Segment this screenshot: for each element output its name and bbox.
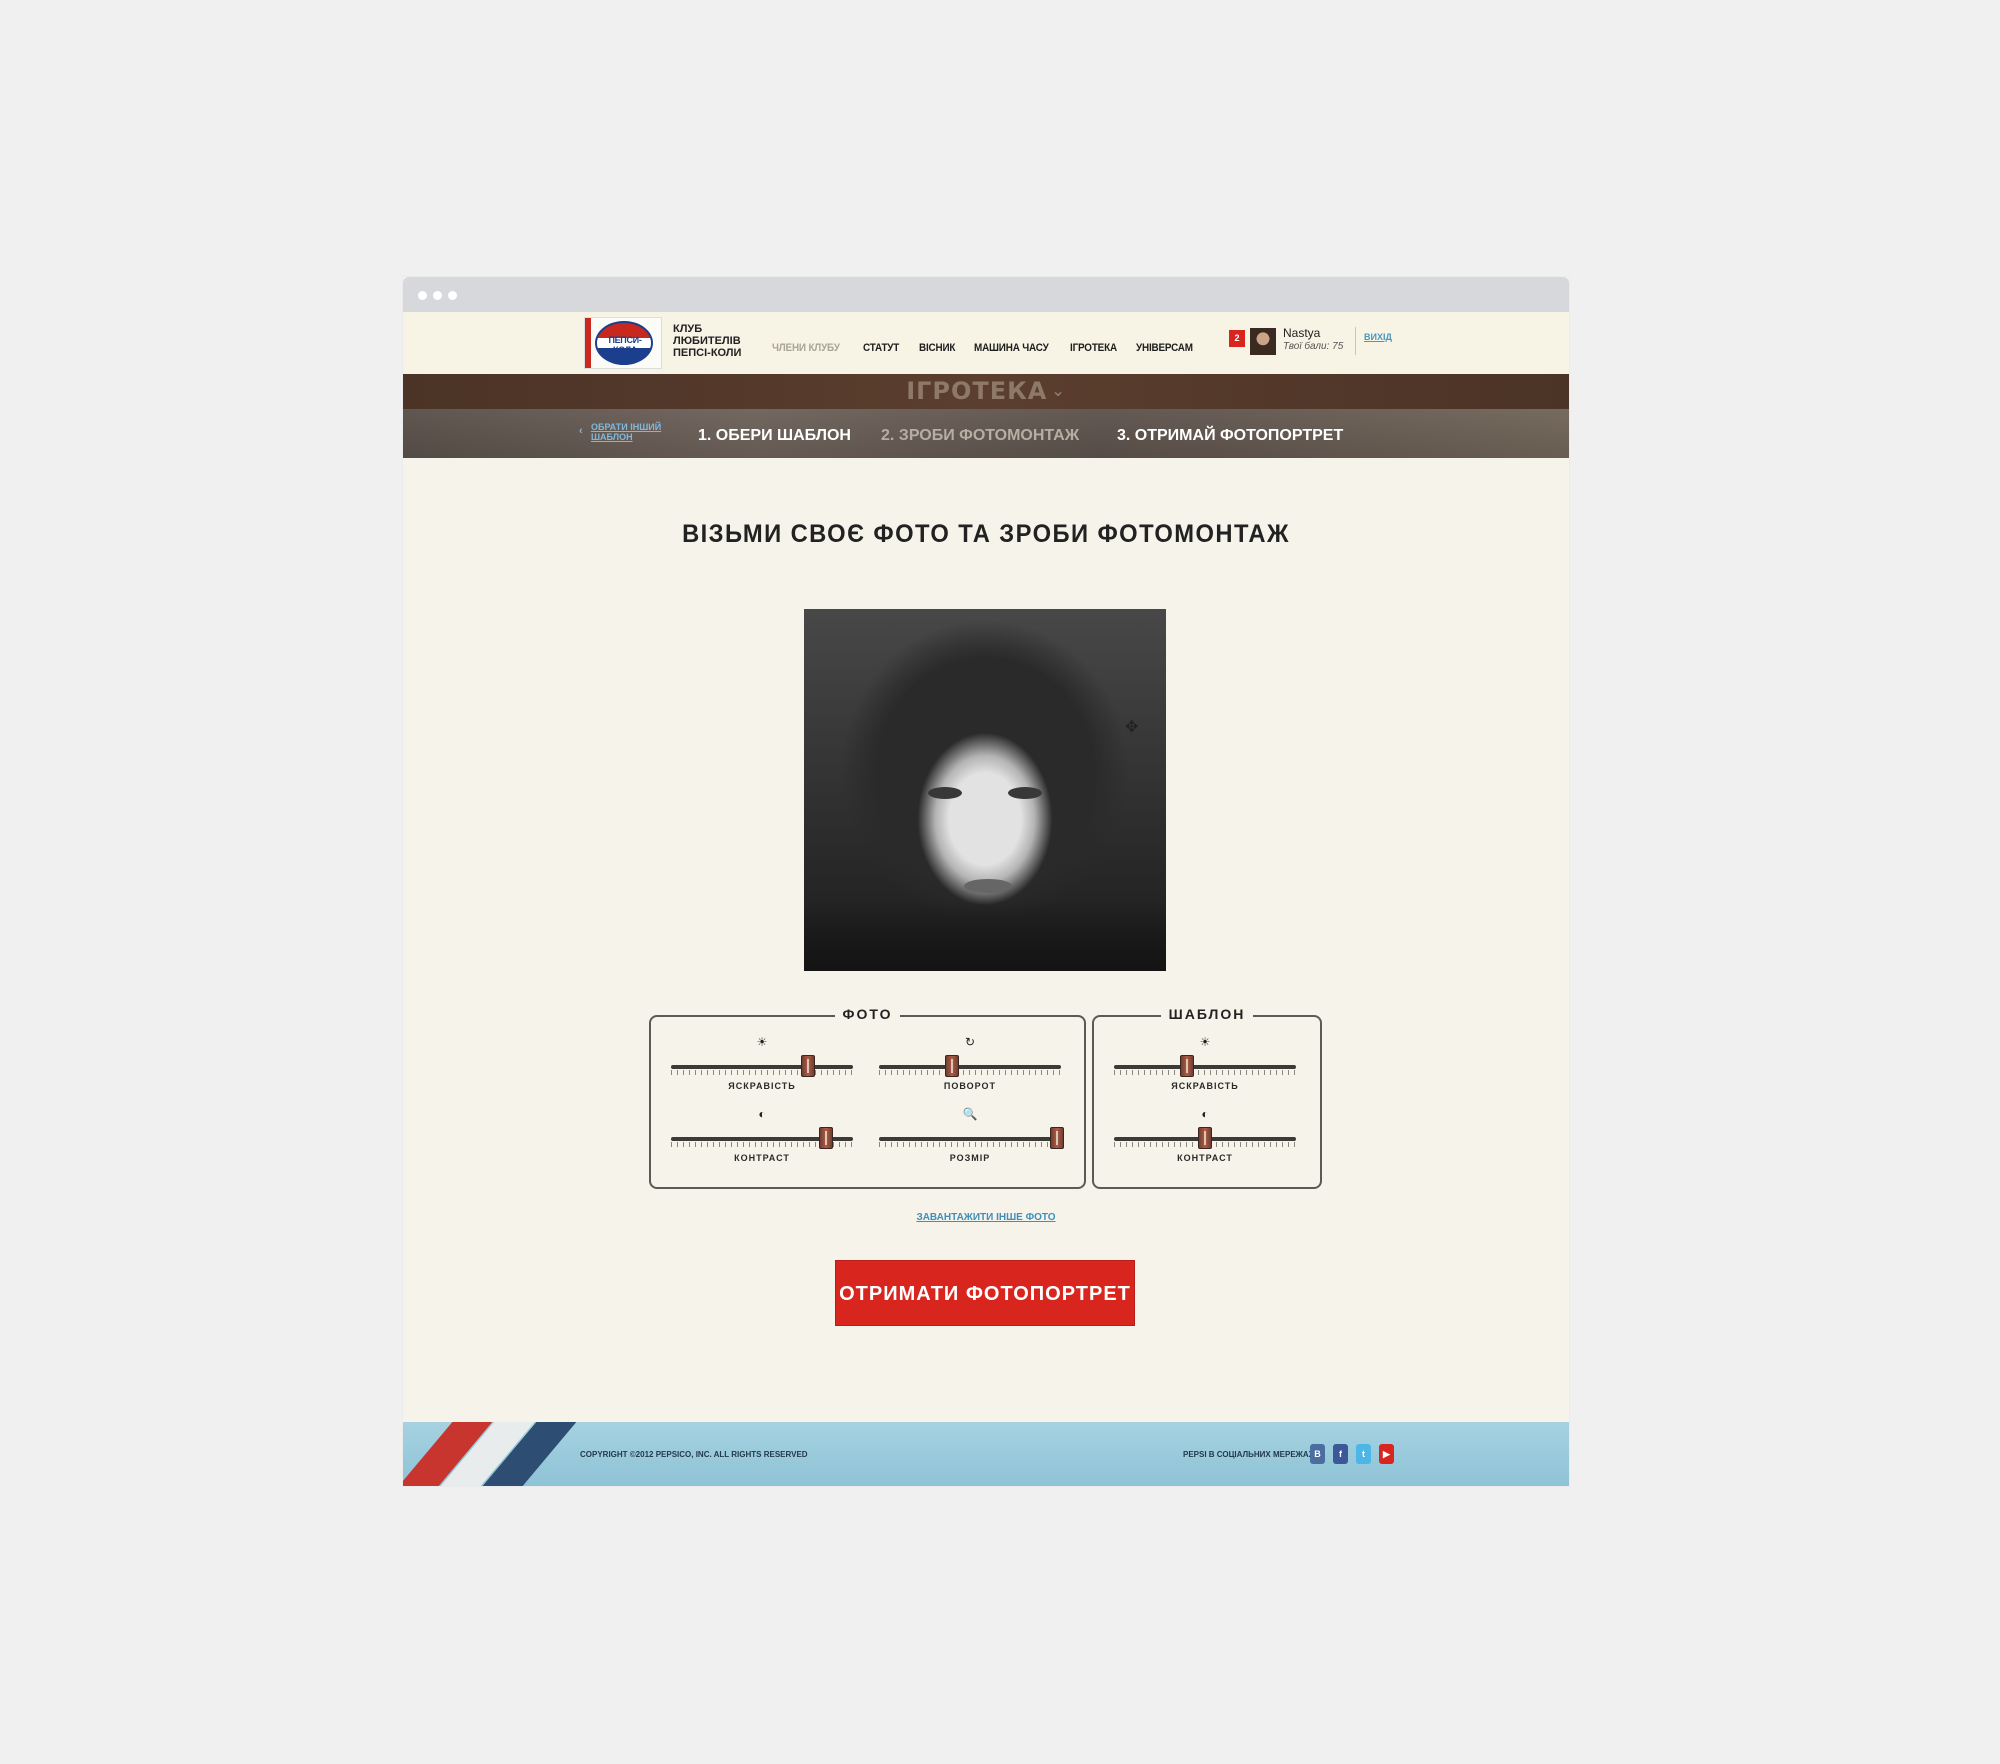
get-portrait-button[interactable]: ОТРИМАТИ ФОТОПОРТРЕТ bbox=[835, 1260, 1135, 1326]
zoom-icon: 🔍 bbox=[962, 1107, 978, 1121]
youtube-icon[interactable]: ▶ bbox=[1379, 1444, 1394, 1464]
window-dot-icon bbox=[448, 291, 457, 300]
browser-window: ПЕПСИ-КОЛА КЛУБ ЛЮБИТЕЛІВ ПЕПСІ-КОЛИ ЧЛЕ… bbox=[403, 277, 1569, 1486]
nav-statute[interactable]: СТАТУТ bbox=[863, 342, 899, 354]
vk-icon[interactable]: В bbox=[1310, 1444, 1325, 1464]
slider-label: ЯСКРАВІСТЬ bbox=[728, 1081, 796, 1091]
upload-link-text[interactable]: ЗАВАНТАЖИТИ ІНШЕ ФОТО bbox=[916, 1212, 1055, 1223]
template-controls-panel: ШАБЛОН ☀ ЯСКРАВІСТЬ ◐ КОНТРАСТ bbox=[1092, 1006, 1322, 1189]
nav-games[interactable]: ІГРОТЕКА bbox=[1070, 342, 1117, 354]
back-to-templates-link[interactable]: ОБРАТИ ІНШИЙ ШАБЛОН bbox=[591, 422, 671, 442]
template-contrast-slider[interactable] bbox=[1114, 1125, 1296, 1155]
section-title-text: ІГРОТЕКА bbox=[906, 377, 1048, 405]
slider-handle[interactable] bbox=[818, 1127, 833, 1149]
slider-label: РОЗМІР bbox=[949, 1153, 991, 1163]
page-title: ВІЗЬМИ СВОЄ ФОТО ТА ЗРОБИ ФОТОМОНТАЖ bbox=[682, 520, 1290, 548]
club-line: ПЕПСІ-КОЛИ bbox=[673, 347, 742, 359]
nav-store[interactable]: УНІВЕРСАМ bbox=[1136, 342, 1193, 354]
slider-handle[interactable] bbox=[1198, 1127, 1212, 1149]
logout-link[interactable]: ВИХІД bbox=[1364, 332, 1392, 342]
move-icon[interactable]: ✥ bbox=[1125, 717, 1138, 737]
photo-rotate-slider[interactable] bbox=[879, 1053, 1061, 1083]
pepsi-logo[interactable]: ПЕПСИ-КОЛА bbox=[584, 317, 662, 369]
avatar[interactable] bbox=[1250, 328, 1276, 355]
brightness-icon: ☀ bbox=[756, 1035, 768, 1049]
chevron-down-icon[interactable]: ⌄ bbox=[1051, 381, 1065, 400]
slider-label: КОНТРАСТ bbox=[734, 1153, 790, 1163]
template-brightness-slider[interactable] bbox=[1114, 1053, 1296, 1083]
slider-handle[interactable] bbox=[944, 1055, 959, 1077]
user-balance: Твої бали: 75 bbox=[1283, 341, 1344, 352]
slider-handle[interactable] bbox=[1179, 1055, 1194, 1077]
logo-text: ПЕПСИ-КОЛА bbox=[608, 335, 642, 355]
section-banner: ІГРОТЕКА ⌄ bbox=[403, 374, 1569, 409]
contrast-icon: ◐ bbox=[1201, 1107, 1209, 1121]
rotate-icon: ↻ bbox=[964, 1035, 976, 1049]
step-2: 2. ЗРОБИ ФОТОМОНТАЖ bbox=[881, 427, 1080, 444]
photo-size-slider[interactable] bbox=[879, 1125, 1065, 1155]
photo-controls-panel: ФОТО ☀ ЯСКРАВІСТЬ ↻ ПОВОРОТ ◐ КОНТРАСТ 🔍… bbox=[649, 1006, 1086, 1189]
step-3[interactable]: 3. ОТРИМАЙ ФОТОПОРТРЕТ bbox=[1117, 427, 1343, 445]
slider-handle[interactable] bbox=[800, 1055, 815, 1077]
club-line: КЛУБ bbox=[673, 323, 703, 335]
steps-bar: ‹ ОБРАТИ ІНШИЙ ШАБЛОН 1. ОБЕРИ ШАБЛОН 2.… bbox=[403, 409, 1569, 458]
notification-badge[interactable]: 2 bbox=[1229, 330, 1245, 347]
section-title[interactable]: ІГРОТЕКА ⌄ bbox=[403, 377, 1569, 405]
window-titlebar bbox=[403, 277, 1569, 312]
brightness-icon: ☀ bbox=[1199, 1035, 1211, 1049]
facebook-icon[interactable]: f bbox=[1333, 1444, 1348, 1464]
club-title: КЛУБ ЛЮБИТЕЛІВ ПЕПСІ-КОЛИ bbox=[673, 323, 753, 359]
social-label: PEPSI В СОЦІАЛЬНИХ МЕРЕЖАХ: bbox=[1183, 1450, 1317, 1459]
site-footer: COPYRIGHT ©2012 PEPSICO, INC. ALL RIGHTS… bbox=[403, 1422, 1569, 1486]
nav-time-machine[interactable]: МАШИНА ЧАСУ bbox=[974, 342, 1049, 354]
slider-label: КОНТРАСТ bbox=[1177, 1153, 1233, 1163]
slider-label: ЯСКРАВІСТЬ bbox=[1171, 1081, 1239, 1091]
panel-title: ФОТО bbox=[834, 1006, 901, 1022]
window-dot-icon bbox=[418, 291, 427, 300]
upload-other-photo-link[interactable]: ЗАВАНТАЖИТИ ІНШЕ ФОТО bbox=[403, 1212, 1569, 1223]
nav-members[interactable]: ЧЛЕНИ КЛУБУ bbox=[772, 342, 840, 354]
nav-herald[interactable]: ВІСНИК bbox=[919, 342, 955, 354]
panel-title: ШАБЛОН bbox=[1160, 1006, 1254, 1022]
twitter-icon[interactable]: t bbox=[1356, 1444, 1371, 1464]
photo-brightness-slider[interactable] bbox=[671, 1053, 853, 1083]
slider-label: ПОВОРОТ bbox=[943, 1081, 997, 1091]
photo-canvas[interactable] bbox=[804, 609, 1166, 971]
copyright-text: COPYRIGHT ©2012 PEPSICO, INC. ALL RIGHTS… bbox=[580, 1450, 808, 1459]
window-dot-icon bbox=[433, 291, 442, 300]
contrast-icon: ◐ bbox=[758, 1107, 766, 1121]
divider bbox=[1355, 327, 1356, 355]
club-line: ЛЮБИТЕЛІВ bbox=[673, 335, 741, 347]
photo-contrast-slider[interactable] bbox=[671, 1125, 853, 1155]
chevron-left-icon[interactable]: ‹ bbox=[579, 425, 583, 437]
step-1[interactable]: 1. ОБЕРИ ШАБЛОН bbox=[698, 427, 851, 445]
slider-handle[interactable] bbox=[1050, 1127, 1065, 1149]
user-name[interactable]: Nastya bbox=[1283, 326, 1320, 340]
site-header: ПЕПСИ-КОЛА КЛУБ ЛЮБИТЕЛІВ ПЕПСІ-КОЛИ ЧЛЕ… bbox=[403, 312, 1569, 374]
